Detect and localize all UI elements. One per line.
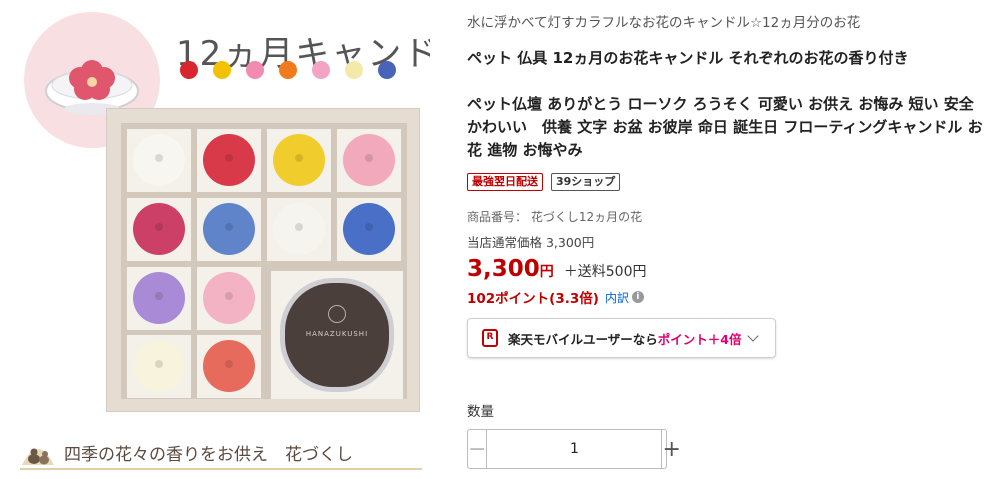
flower-icon <box>180 61 198 79</box>
product-main-image[interactable]: 12ヵ月キャンドル <box>0 0 430 479</box>
cream-flower-candle <box>133 340 185 392</box>
flower-icon <box>345 61 363 79</box>
dish-label: HANAZUKUSHI <box>305 330 369 338</box>
candle-dish: HANAZUKUSHI <box>285 283 389 387</box>
pet-logo-icon <box>22 448 54 465</box>
flower-icon <box>213 61 231 79</box>
next-day-delivery-badge[interactable]: 最強翌日配送 <box>467 173 543 191</box>
points-row: 102ポイント(3.3倍) 内訳 i <box>467 287 644 307</box>
candle-cell <box>337 198 401 261</box>
39-shop-badge[interactable]: 39ショップ <box>551 173 621 191</box>
candle-cell <box>127 198 191 261</box>
candle-cell <box>197 129 261 192</box>
badge-row: 最強翌日配送 39ショップ <box>467 173 621 191</box>
quantity-stepper: − + <box>467 429 681 469</box>
footer-divider <box>20 468 422 470</box>
flower-icon <box>378 61 396 79</box>
flower-icon-row <box>180 61 396 79</box>
flower-icon <box>312 61 330 79</box>
flower-icon <box>279 61 297 79</box>
rakuten-mobile-icon: R <box>482 329 498 347</box>
candle-cell <box>127 335 191 398</box>
candle-cell <box>267 129 331 192</box>
chevron-down-icon <box>747 330 760 342</box>
yellow-flower-candle <box>273 134 325 186</box>
regular-price: 当店通常価格 3,300円 <box>467 235 595 250</box>
info-icon[interactable]: i <box>631 291 644 303</box>
quantity-label: 数量 <box>467 404 494 420</box>
candle-cell <box>197 267 261 330</box>
decrease-quantity-button[interactable]: − <box>468 430 488 468</box>
sakura-candle <box>203 272 255 324</box>
mobile-points-highlight: ポイント＋4倍 <box>657 331 742 347</box>
rakuten-mobile-points-button[interactable]: R 楽天モバイルユーザーならポイント＋4倍 <box>467 318 776 358</box>
coral-flower-candle <box>203 340 255 392</box>
sale-price: 3,300 <box>467 256 540 282</box>
points-amount: 102ポイント(3.3倍) <box>467 291 599 307</box>
flower-icon <box>246 61 264 79</box>
white-flower-candle <box>133 134 185 186</box>
blue-flower-candle <box>203 203 255 255</box>
item-number: 商品番号： 花づくし12ヵ月の花 <box>467 210 643 224</box>
gift-box: HANAZUKUSHI <box>106 108 420 412</box>
candle-cell <box>127 129 191 192</box>
product-subtitle: ペット仏壇 ありがとう ローソク ろうそく 可愛い お供え お悔み 短い 安全 … <box>467 95 983 159</box>
dish-cell: HANAZUKUSHI <box>271 271 403 399</box>
rose-candle <box>133 203 185 255</box>
image-footer: 四季の花々の香りをお供え 花づくし <box>20 436 422 470</box>
price-row: 3,300 円 ＋送料500円 <box>467 256 647 282</box>
purple-flower-candle <box>133 272 185 324</box>
candle-cell <box>197 335 261 398</box>
red-flower-candle <box>203 134 255 186</box>
mobile-points-prefix: 楽天モバイルユーザーなら <box>508 331 658 347</box>
product-title: ペット 仏具 12ヵ月のお花キャンドル それぞれのお花の香り付き <box>467 49 909 67</box>
shipping-fee: ＋送料500円 <box>563 264 647 280</box>
price-currency: 円 <box>539 264 554 280</box>
candle-cell <box>127 267 191 330</box>
candle-cell <box>197 198 261 261</box>
catch-copy: 水に浮かべて灯すカラフルなお花のキャンドル☆12ヵ月分のお花 <box>467 15 861 31</box>
gift-box-inner: HANAZUKUSHI <box>121 123 407 399</box>
increase-quantity-button[interactable]: + <box>661 430 681 468</box>
candle-cell <box>337 129 401 192</box>
image-footer-text: 四季の花々の香りをお供え 花づくし <box>64 444 353 465</box>
mobile-points-text: 楽天モバイルユーザーならポイント＋4倍 <box>508 329 741 348</box>
pink-flower-candle <box>343 134 395 186</box>
candle-cell <box>267 198 331 261</box>
quantity-input[interactable] <box>487 430 662 468</box>
blue-flower-candle <box>343 203 395 255</box>
points-breakdown-link[interactable]: 内訳 <box>605 289 629 306</box>
dish-emblem-icon <box>328 305 346 323</box>
white-flower-candle <box>273 203 325 255</box>
